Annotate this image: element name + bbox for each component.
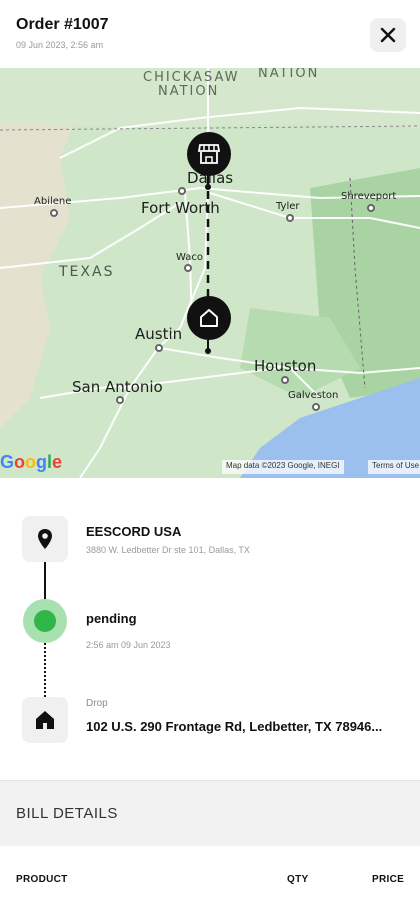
home-pin[interactable] (187, 296, 231, 340)
home-icon (200, 309, 218, 327)
google-logo: Google (0, 452, 62, 473)
close-icon (380, 27, 396, 43)
google-letter: g (36, 452, 48, 472)
column-product: PRODUCT (16, 874, 68, 885)
map-label-texas: TEXAS (59, 264, 115, 280)
delivery-timeline: EESCORD USA 3880 W. Ledbetter Dr ste 101… (0, 478, 420, 778)
google-letter: o (25, 452, 37, 472)
drop-address: 102 U.S. 290 Frontage Rd, Ledbetter, TX … (86, 719, 383, 734)
home-icon (36, 711, 54, 729)
map-city-dot (116, 396, 124, 404)
store-location-box (22, 516, 68, 562)
map-label-houston: Houston (254, 357, 317, 375)
map-city-dot (178, 187, 186, 195)
map-label-galveston: Galveston (288, 390, 339, 401)
map-city-dot (281, 376, 289, 384)
map-label-fort-worth: Fort Worth (141, 199, 220, 217)
map-city-dot (367, 204, 375, 212)
google-letter: e (52, 452, 63, 472)
map-city-dot (155, 344, 163, 352)
map-label-abilene: Abilene (34, 196, 72, 207)
map-label-san-antonio: San Antonio (72, 378, 163, 396)
map-terms-link[interactable]: Terms of Use (368, 460, 420, 474)
map-city-dot (312, 403, 320, 411)
status-time: 2:56 am 09 Jun 2023 (86, 640, 171, 650)
map-label-tyler: Tyler (276, 201, 300, 212)
route-map[interactable]: CHICKASAW NATION NATION Dallas Fort Wort… (0, 68, 420, 478)
status-indicator (23, 599, 67, 643)
map-label-shreveport: Shreveport (341, 191, 397, 202)
drop-location-box (22, 697, 68, 743)
close-button[interactable] (370, 18, 406, 52)
order-header: Order #1007 09 Jun 2023, 2:56 am (0, 0, 420, 68)
map-city-dot (50, 209, 58, 217)
map-city-dot (286, 214, 294, 222)
column-qty: QTY (287, 874, 309, 885)
drop-label: Drop (86, 698, 108, 709)
store-pin-dot (205, 184, 211, 190)
google-letter: o (14, 452, 26, 472)
column-price: PRICE (372, 874, 405, 885)
store-address: 3880 W. Ledbetter Dr ste 101, Dallas, TX (86, 545, 250, 555)
status-dot (34, 610, 56, 632)
status-label: pending (86, 611, 137, 626)
map-data-credit: Map data ©2023 Google, INEGI (222, 460, 344, 474)
timeline-line-dotted (44, 643, 46, 697)
map-label-nation-left: NATION (158, 84, 220, 99)
map-label-waco: Waco (176, 252, 203, 263)
location-pin-icon (38, 529, 52, 549)
map-label-chickasaw: CHICKASAW (143, 70, 240, 85)
order-title: Order #1007 (16, 16, 109, 33)
order-date: 09 Jun 2023, 2:56 am (16, 40, 104, 50)
timeline-line-solid (44, 562, 46, 600)
store-name: EESCORD USA (86, 524, 182, 539)
google-letter: G (0, 452, 15, 472)
map-city-dot (184, 264, 192, 272)
map-label-austin: Austin (135, 325, 183, 343)
bill-table-header: PRODUCT QTY PRICE (0, 846, 420, 900)
bill-details-section: BILL DETAILS (0, 780, 420, 846)
bill-details-title: BILL DETAILS (16, 805, 118, 822)
store-icon (197, 144, 221, 164)
store-pin[interactable] (187, 132, 231, 176)
home-pin-dot (205, 348, 211, 354)
map-label-nation-right: NATION (258, 68, 320, 81)
